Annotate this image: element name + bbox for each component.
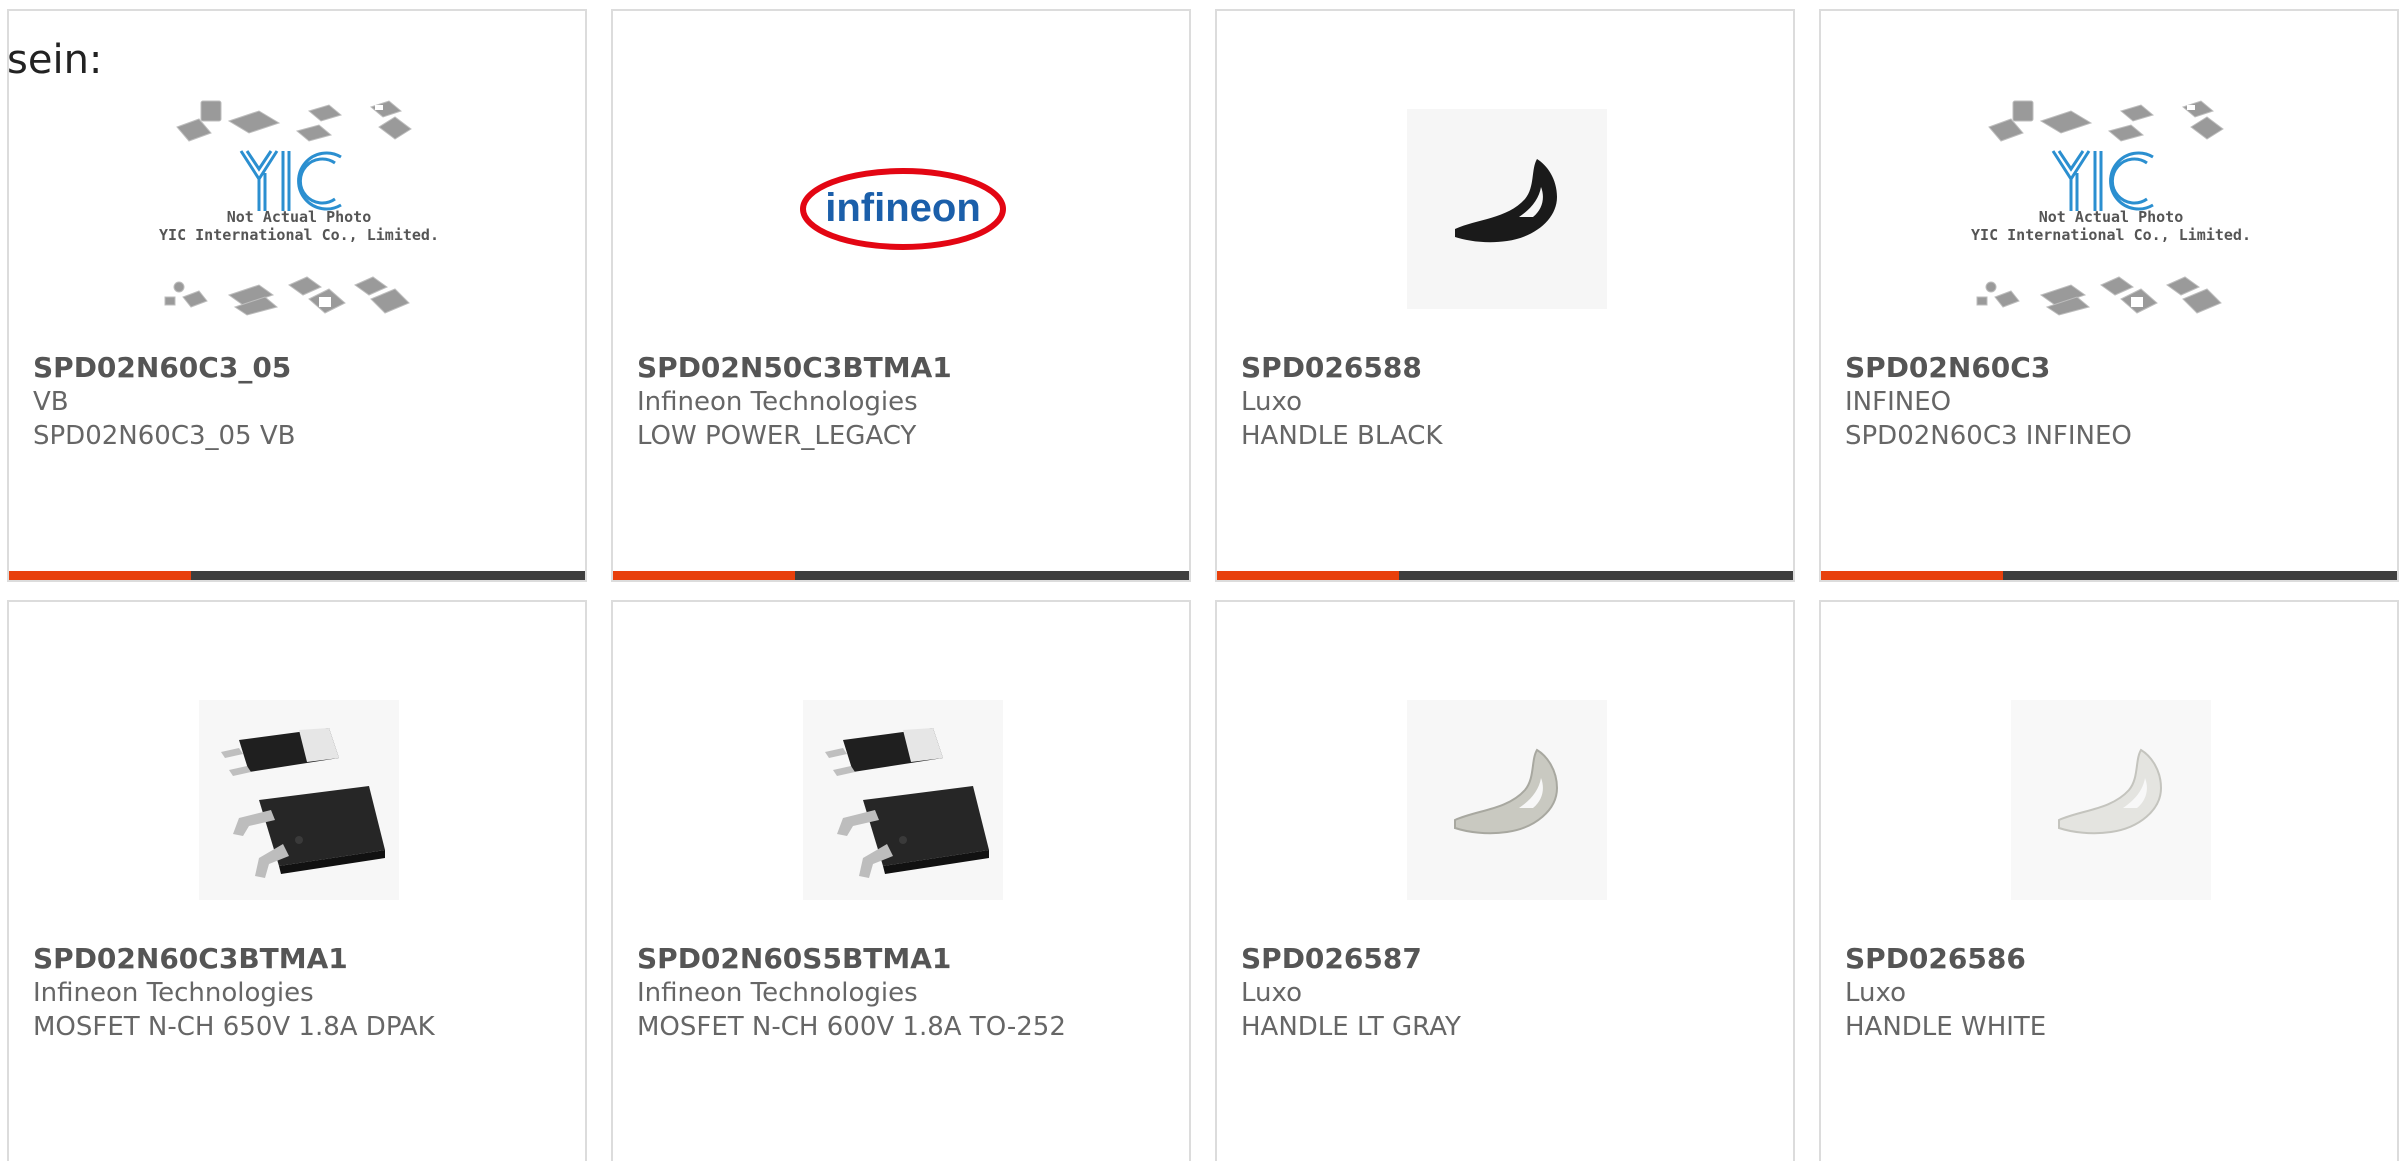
dpak-package-image [199, 699, 399, 900]
product-info: SPD02N60C3 INFINEO SPD02N60C3 INFINEO [1845, 351, 2377, 453]
part-number[interactable]: SPD026588 [1241, 351, 1773, 385]
product-image[interactable]: infineon [613, 66, 1193, 351]
product-card[interactable]: SPD026587 Luxo HANDLE LT GRAY [1215, 600, 1795, 1161]
description: HANDLE BLACK [1241, 421, 1443, 451]
product-card[interactable]: SPD026588 Luxo HANDLE BLACK [1215, 9, 1795, 582]
card-footer-accent [9, 571, 191, 580]
description: MOSFET N-CH 600V 1.8A TO-252 [637, 1012, 1066, 1042]
manufacturer: Infineon Technologies [637, 978, 918, 1008]
product-info: SPD02N60S5BTMA1 Infineon Technologies MO… [637, 942, 1169, 1044]
placeholder-line-1: Not Actual Photo [2038, 208, 2184, 226]
product-info: SPD026588 Luxo HANDLE BLACK [1241, 351, 1773, 453]
product-info: SPD02N50C3BTMA1 Infineon Technologies LO… [637, 351, 1169, 453]
product-image[interactable] [9, 657, 589, 942]
description: MOSFET N-CH 650V 1.8A DPAK [33, 1012, 435, 1042]
handle-white-image [2011, 699, 2211, 900]
card-footer-accent [1821, 571, 2003, 580]
intro-text: sein: [7, 37, 103, 83]
description: SPD02N60C3_05 VB [33, 421, 296, 451]
placeholder-line-1: Not Actual Photo [226, 208, 372, 226]
product-card[interactable]: infineon SPD02N50C3BTMA1 Infineon Techno… [611, 9, 1191, 582]
manufacturer: VB [33, 387, 69, 417]
part-number[interactable]: SPD026586 [1845, 942, 2377, 976]
manufacturer: Luxo [1241, 978, 1303, 1008]
part-number[interactable]: SPD02N60C3_05 [33, 351, 565, 385]
product-info: SPD026586 Luxo HANDLE WHITE [1845, 942, 2377, 1044]
product-image[interactable] [1821, 657, 2400, 942]
part-number[interactable]: SPD026587 [1241, 942, 1773, 976]
card-footer-bar [9, 571, 585, 580]
part-number[interactable]: SPD02N60C3BTMA1 [33, 942, 565, 976]
card-footer-bar [1217, 571, 1793, 580]
product-card[interactable]: Not Actual Photo YIC International Co., … [7, 9, 587, 582]
description: SPD02N60C3 INFINEO [1845, 421, 2132, 451]
product-image[interactable] [1217, 657, 1797, 942]
card-footer-accent [613, 571, 795, 580]
description: HANDLE LT GRAY [1241, 1012, 1461, 1042]
manufacturer: Infineon Technologies [637, 387, 918, 417]
handle-lt-gray-image [1407, 699, 1607, 900]
manufacturer: Infineon Technologies [33, 978, 314, 1008]
product-image[interactable]: Not Actual Photo YIC International Co., … [9, 66, 589, 351]
card-footer-accent [1217, 571, 1399, 580]
product-card[interactable]: SPD02N60C3BTMA1 Infineon Technologies MO… [7, 600, 587, 1161]
infineon-logo-text: infineon [825, 186, 981, 230]
product-info: SPD02N60C3_05 VB SPD02N60C3_05 VB [33, 351, 565, 453]
product-card[interactable]: SPD02N60S5BTMA1 Infineon Technologies MO… [611, 600, 1191, 1161]
card-footer-bar [613, 571, 1189, 580]
product-image[interactable] [1217, 66, 1797, 351]
infineon-logo-image: infineon [800, 167, 1006, 250]
dpak-package-image [803, 699, 1003, 900]
manufacturer: Luxo [1845, 978, 1907, 1008]
description: LOW POWER_LEGACY [637, 421, 917, 451]
handle-black-image [1407, 108, 1607, 309]
part-number[interactable]: SPD02N60S5BTMA1 [637, 942, 1169, 976]
placeholder-line-2: YIC International Co., Limited. [1971, 226, 2251, 244]
placeholder-caption: Not Actual Photo YIC International Co., … [1821, 208, 2400, 244]
card-footer-bar [1821, 571, 2397, 580]
product-image[interactable]: Not Actual Photo YIC International Co., … [1821, 66, 2400, 351]
product-card[interactable]: SPD026586 Luxo HANDLE WHITE [1819, 600, 2399, 1161]
manufacturer: Luxo [1241, 387, 1303, 417]
part-number[interactable]: SPD02N50C3BTMA1 [637, 351, 1169, 385]
product-card[interactable]: Not Actual Photo YIC International Co., … [1819, 9, 2399, 582]
product-info: SPD026587 Luxo HANDLE LT GRAY [1241, 942, 1773, 1044]
manufacturer: INFINEO [1845, 387, 1952, 417]
product-info: SPD02N60C3BTMA1 Infineon Technologies MO… [33, 942, 565, 1044]
part-number[interactable]: SPD02N60C3 [1845, 351, 2377, 385]
product-grid: Not Actual Photo YIC International Co., … [7, 9, 2400, 1161]
product-image[interactable] [613, 657, 1193, 942]
placeholder-caption: Not Actual Photo YIC International Co., … [9, 208, 589, 244]
placeholder-line-2: YIC International Co., Limited. [159, 226, 439, 244]
description: HANDLE WHITE [1845, 1012, 2047, 1042]
